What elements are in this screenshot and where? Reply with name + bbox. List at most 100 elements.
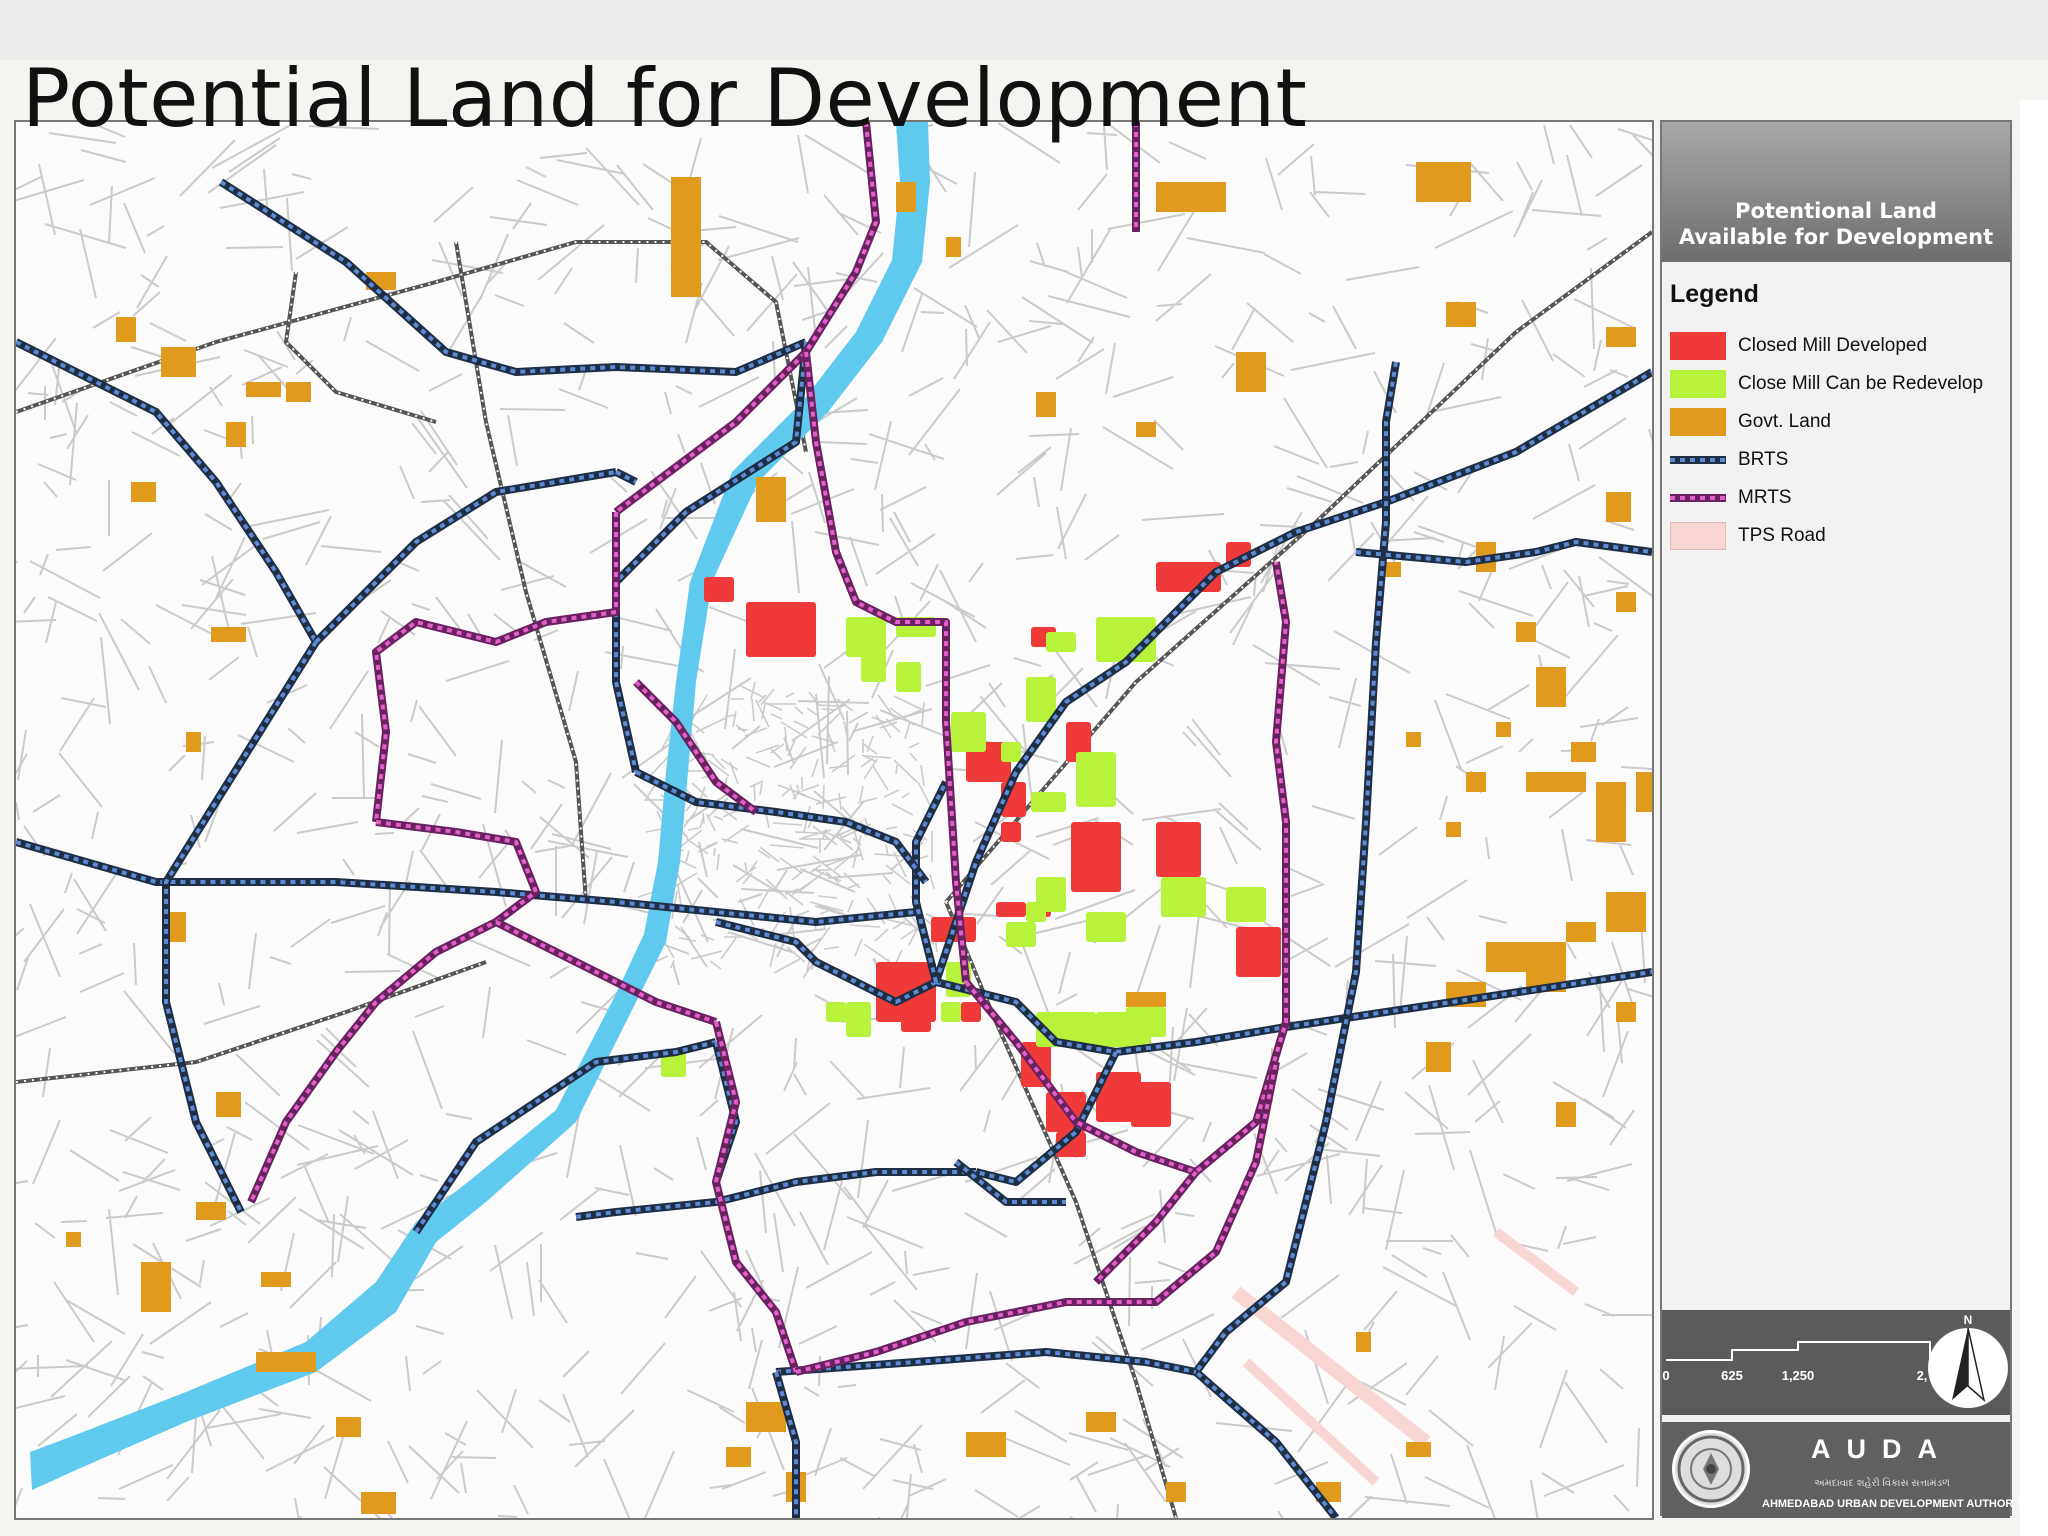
panel-title-line-1: Potentional Land [1735,199,1937,223]
govt-land-parcel [1556,1102,1576,1127]
brts-line [912,780,950,983]
north-arrow-icon: N [1928,1313,2008,1408]
organization-full-name: AHMEDABAD URBAN DEVELOPMENT AUTHORITY [1762,1498,2031,1510]
legend-item-closed-mill: Closed Mill Developed [1670,327,1983,365]
redevelop-mill-parcel [1161,877,1206,917]
govt-land-parcel [211,627,246,642]
mrts-line [372,512,620,823]
tps-road [1231,1286,1431,1448]
redevelop-mill-parcel [951,712,986,752]
redevelop-mill-parcel [1026,677,1056,722]
mrts-line [613,122,880,516]
govt-land-parcel [726,1447,751,1467]
govt-land-parcel [1136,422,1156,437]
railway-lines [16,230,1652,1518]
govt-land-parcel [756,477,786,522]
legend-label: BRTS [1738,449,1789,470]
brts-line-dash [16,840,917,924]
mrts-line-dash [374,512,618,823]
govt-land-parcel [161,347,196,377]
legend-swatch-brts [1670,456,1726,464]
govt-land-parcel [671,177,701,297]
govt-land-parcel [141,1262,171,1312]
brts-line [218,178,808,376]
legend-swatch-govt-land [1670,408,1726,436]
govt-land-parcel [966,1432,1006,1457]
redevelop-mill-parcel [1046,632,1076,652]
govt-land-parcel [1466,772,1486,792]
scale-label-2500: 2, [1917,1368,1928,1383]
legend-list: Closed Mill Developed Close Mill Can be … [1670,327,1983,555]
redevelop-mill-parcel [896,662,921,692]
govt-land-parcel [216,1092,241,1117]
legend-panel: Potentional Land Available for Developme… [1660,120,2031,1518]
closed-mill-parcel [704,577,734,602]
legend-item-tps-road: TPS Road [1670,517,1983,555]
brts-line-dash [219,180,807,374]
govt-land-parcel [1086,1412,1116,1432]
govt-land-parcel [1616,1002,1636,1022]
slide-right-band [2020,100,2048,1536]
govt-land-parcel [1236,352,1266,392]
closed-mill-parcel [1156,822,1201,877]
closed-mill-parcel [901,1002,931,1032]
scale-label-625: 625 [1721,1368,1743,1383]
redevelop-mill-parcel [1126,1007,1166,1037]
govt-land-parcel [1446,302,1476,327]
closed-mill-parcel [996,902,1026,917]
redevelop-mill-parcel [941,1002,961,1022]
redevelop-mill-parcel [1031,792,1066,812]
legend-item-redevelop-mill: Close Mill Can be Redevelop [1670,365,1983,403]
govt-land-parcel [246,382,281,397]
north-label: N [1964,1313,1973,1327]
brts-line-dash [164,640,318,1213]
govt-land-parcel [1606,492,1631,522]
redevelop-mill-parcel [1026,902,1046,922]
govt-land-parcel [286,382,311,402]
scale-bar: 0 625 1,250 2, N [1662,1313,2008,1408]
govt-land-parcel [1571,742,1596,762]
auda-seal-icon [1672,1430,1750,1508]
redevelop-mill-parcel [1076,752,1116,807]
brts-line-dash [575,1170,976,1219]
organization-box: AUDA અમદાવાદ શહેરી વિકાસ સત્તામંડળ AHMED… [1662,1422,2031,1518]
legend-swatch-mrts [1670,494,1726,502]
govt-land-parcel [1536,667,1566,707]
govt-land-parcel [1566,922,1596,942]
govt-land-parcel [196,1202,226,1220]
legend-title: Legend [1670,280,1759,308]
govt-land-parcel [1516,622,1536,642]
govt-land-parcel [1636,772,1652,812]
mrts-line [633,679,759,816]
govt-land-parcel [256,1352,316,1372]
legend-label: Close Mill Can be Redevelop [1738,373,1984,394]
govt-land-parcel [1156,182,1226,212]
organization-subtitle: અમદાવાદ શહેરી વિકાસ સત્તામંડળ [1814,1478,1950,1489]
govt-land-parcel [336,1417,361,1437]
legend-swatch-redevelop-mill [1670,370,1726,398]
mrts-line-dash [614,122,878,514]
govt-land-parcel [896,182,916,212]
slide-top-band [0,0,2048,60]
govt-land-parcel [1596,782,1626,842]
map-frame[interactable] [14,120,1654,1520]
govt-land-parcel [1406,732,1421,747]
panel-title: Potentional Land Available for Developme… [1662,198,2010,250]
govt-land-parcel [1606,892,1646,932]
legend-label: MRTS [1738,487,1792,508]
govt-land-parcel [1616,592,1636,612]
govt-land-parcel [1406,1442,1431,1457]
legend-swatch-closed-mill [1670,332,1726,360]
govt-land-parcel [1446,822,1461,837]
govt-land-parcel [946,237,961,257]
redevelop-mill-parcel [1086,912,1126,942]
govt-land-parcel [186,732,201,752]
govt-land-parcel [746,1402,786,1432]
redevelop-mill-parcel [861,642,886,682]
city-map[interactable] [16,122,1652,1518]
closed-mill-parcel [1001,822,1021,842]
govt-land-parcel [1036,392,1056,417]
slide-title: Potential Land for Development [22,52,1308,145]
govt-land-parcel [1356,1332,1371,1352]
closed-mill-parcel [1131,1082,1171,1127]
